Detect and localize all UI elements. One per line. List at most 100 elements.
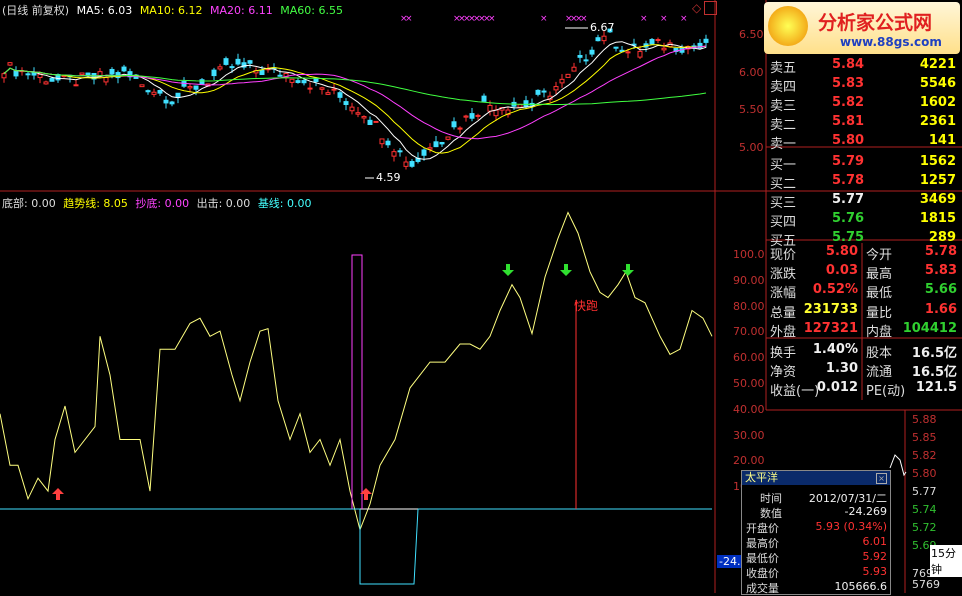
candle-body [535,89,541,95]
candle-body [121,66,127,72]
candle-body [247,60,253,64]
ma20-label: MA20: 6.11 [210,4,273,17]
candle-body [583,59,589,62]
candle-body [229,66,235,69]
candle-body [373,120,379,123]
candle-body [637,50,643,58]
signal-label: 快跑 [574,299,599,313]
quote-level: 卖五 [770,61,797,76]
candle-body [409,161,415,167]
quote-volume: 2361 [919,114,956,130]
mini-axis-tick: 5.80 [912,467,937,480]
ma5-line [3,41,707,160]
candle-body [31,72,37,76]
info-label: 涨幅 [770,286,797,302]
candle-body [187,86,193,89]
trend-line [0,211,713,532]
info-value: 1.66 [924,301,957,317]
candle-body [193,85,199,90]
candle-body [163,99,169,104]
info-row: 换手 1.40% 股本 16.5亿 [768,341,960,361]
info-value: 1.40% [812,342,858,357]
quote-level: 卖三 [770,99,797,115]
info-value: 0.03 [825,263,858,279]
tooltip-value: 6.01 [862,535,888,548]
candle-body [613,46,619,49]
ma10-label: MA10: 6.12 [139,4,203,17]
candle-body [73,84,79,87]
quote-row[interactable]: 卖四 5.83 5546 [768,75,960,95]
info-label: 涨跌 [770,267,797,283]
indicator-tick: 90.00 [733,273,765,287]
sell-arrow-icon [622,264,634,276]
candle-body [103,77,109,83]
signal-x-mark: × [640,14,648,24]
quote-price: 5.77 [832,191,865,207]
close-icon[interactable]: × [876,473,887,484]
tooltip-value: 105666.6 [834,580,888,593]
indicator-tick: 20.00 [733,454,765,468]
candle-body [703,38,709,43]
quote-volume: 1562 [919,153,956,169]
candle-body [301,80,307,84]
candle-body [397,150,403,153]
exit-value: 出击: 0.00 [196,197,251,210]
info-row: 净资 1.30 流通 16.5亿 [768,360,960,381]
candle-body [361,116,367,119]
signal-x-mark: × [580,14,588,24]
candle-body [79,72,85,76]
info-row: 总量 231733 量比 1.66 [768,301,960,321]
info-label: 流通 [866,365,893,381]
candle-body [49,77,55,82]
ma60-label: MA60: 6.55 [280,4,343,17]
info-label: 最高 [866,267,893,283]
info-label: PE(动) [866,384,906,400]
candle-body [385,140,391,146]
info-value: 5.66 [924,282,957,298]
info-value: 0.012 [816,380,858,396]
signal-x-mark: × [680,14,688,24]
bottom-buy-bar [351,254,363,509]
candle-body [421,149,427,156]
info-label: 总量 [770,305,797,321]
quote-row[interactable]: 买一 5.79 1562 [768,153,960,173]
candle-body [463,115,469,118]
quote-row[interactable]: 卖一 5.80 141 [768,132,960,152]
info-label: 量比 [866,305,893,321]
period-label[interactable]: 15分钟 [930,545,962,577]
candle-body [595,37,601,42]
info-row: 涨跌 0.03 最高 5.83 [768,262,960,283]
candle-body [331,88,337,91]
candle-body [1,73,7,79]
candle-body [7,62,13,66]
tooltip-row: 最低价 5.92 [742,550,890,565]
price-tick: 6.00 [739,66,764,79]
quote-price: 5.82 [832,95,865,111]
signal-x-mark: × [488,14,496,24]
quote-row[interactable]: 买三 5.77 3469 [768,191,960,211]
quote-price: 5.76 [832,210,865,226]
indicator-tick: 100.0 [733,248,765,261]
diamond-icon[interactable]: ◇ [692,1,701,15]
mini-axis-tick: 5.72 [912,521,937,534]
quote-row[interactable]: 卖五 5.84 4221 [768,56,960,76]
tooltip-value: -24.269 [844,505,887,518]
candle-body [439,141,445,145]
quote-volume: 1815 [919,210,956,226]
quote-row[interactable]: 买二 5.78 1257 [768,172,960,192]
tooltip-value: 5.92 [862,550,888,563]
candle-body [151,91,157,95]
quote-row[interactable]: 卖三 5.82 1602 [768,94,960,115]
candle-body [349,106,355,112]
candle-body [157,90,163,94]
candle-body [433,141,439,148]
quote-row[interactable]: 卖二 5.81 2361 [768,113,960,133]
window-button[interactable] [704,1,717,15]
info-value: 16.5亿 [911,365,957,381]
quote-row[interactable]: 买四 5.76 1815 [768,210,960,230]
info-row: 收益(一) 0.012 PE(动) 121.5 [768,379,960,400]
candle-body [589,49,595,55]
indicator-tick: 70.00 [733,325,765,339]
info-label: 换手 [770,346,797,361]
logo-url: www.88gs.com [840,35,942,49]
